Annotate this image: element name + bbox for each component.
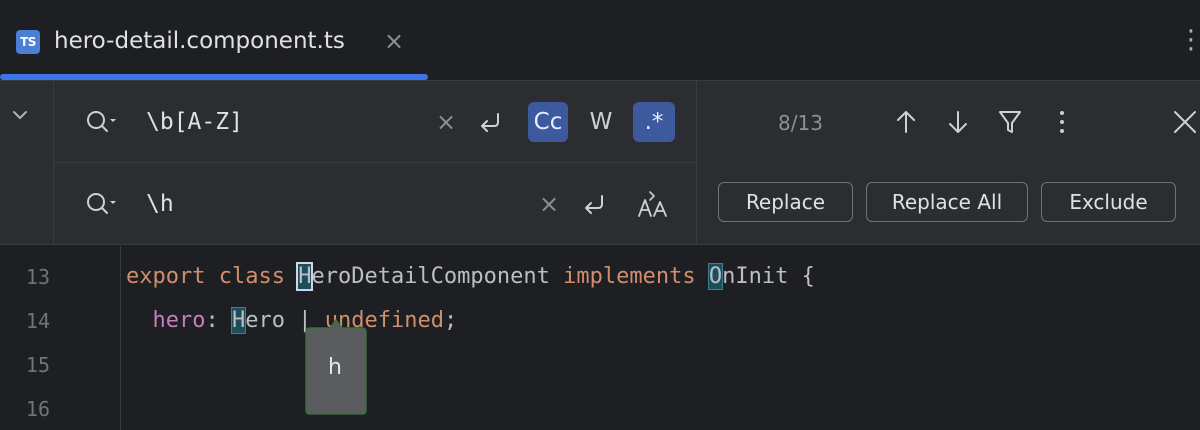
code-token: class	[218, 264, 285, 289]
panel-left-column	[0, 81, 54, 245]
clear-replace-icon[interactable]: ×	[536, 189, 562, 219]
code-token: implements	[563, 264, 696, 289]
code-token: export	[126, 264, 206, 289]
whole-words-toggle[interactable]: W	[581, 102, 621, 142]
replacement-preview-tooltip: h	[302, 318, 368, 416]
code-token: ;	[443, 308, 458, 333]
panel-vertical-divider	[696, 81, 697, 245]
search-history-icon[interactable]	[84, 107, 120, 137]
tab-title: hero-detail.component.ts	[54, 28, 345, 54]
code-token: nInit	[722, 264, 789, 289]
line-number: 13	[25, 265, 50, 289]
code-token: :	[205, 308, 219, 333]
replace-all-button[interactable]: Replace All	[866, 182, 1028, 222]
code-editor[interactable]: 13 14 15 16 export class HeroDetailCompo…	[0, 246, 1200, 430]
current-match: H	[296, 262, 314, 291]
code-token: eroDetailComponent	[311, 264, 550, 289]
find-replace-divider	[54, 162, 697, 163]
replace-history-icon[interactable]	[84, 189, 120, 219]
newline-icon[interactable]	[574, 184, 614, 224]
line-number: 14	[25, 309, 50, 333]
chevron-down-icon[interactable]	[8, 103, 32, 127]
filter-icon[interactable]	[995, 102, 1025, 142]
tab-more-icon[interactable]: ⋮	[1178, 22, 1200, 58]
code-token: {	[801, 264, 815, 289]
match-counter: 8/13	[778, 111, 823, 135]
line-number-gutter: 13 14 15 16	[0, 246, 121, 430]
arrow-down-icon[interactable]	[943, 102, 973, 142]
match-case-toggle[interactable]: Cc	[528, 102, 568, 142]
code-line-13[interactable]: export class HeroDetailComponent impleme…	[126, 262, 815, 292]
clear-find-icon[interactable]: ×	[433, 107, 459, 137]
code-token: ero	[245, 308, 285, 333]
typescript-file-icon: TS	[16, 30, 40, 54]
replace-input[interactable]: \h	[146, 189, 174, 219]
find-input[interactable]: \b[A-Z]	[146, 107, 243, 137]
search-match: H	[230, 307, 247, 334]
close-icon[interactable]	[1170, 102, 1200, 142]
tab-hero-detail-component[interactable]: TS hero-detail.component.ts ×	[0, 0, 428, 81]
exclude-button[interactable]: Exclude	[1041, 182, 1176, 222]
line-number: 15	[25, 353, 50, 377]
line-number: 16	[25, 397, 50, 421]
tab-close-icon[interactable]: ×	[384, 26, 404, 56]
newline-icon[interactable]	[470, 102, 510, 142]
regex-toggle[interactable]: .*	[633, 102, 675, 142]
code-token: hero	[152, 308, 206, 333]
replace-button[interactable]: Replace	[718, 182, 853, 222]
search-match: O	[707, 263, 724, 290]
replacement-preview-text: h	[328, 355, 342, 380]
arrow-up-icon[interactable]	[891, 102, 921, 142]
editor-tab-bar: TS hero-detail.component.ts × ⋮	[0, 0, 1200, 81]
code-line-14[interactable]: hero: Hero | undefined;	[126, 306, 457, 336]
active-tab-indicator	[0, 74, 428, 80]
preserve-case-icon[interactable]	[633, 184, 673, 224]
find-replace-panel: \b[A-Z] × Cc W .* 8/13 \h × Replace Repl…	[0, 81, 1200, 245]
more-vertical-icon[interactable]	[1047, 102, 1077, 142]
